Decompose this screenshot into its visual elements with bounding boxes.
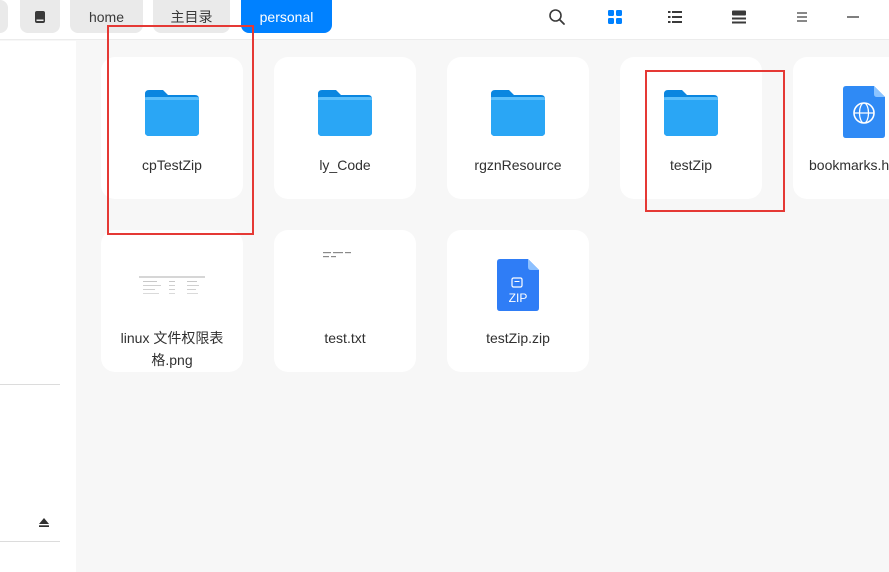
breadcrumb-personal[interactable]: personal [241, 0, 332, 33]
folder-icon [318, 90, 372, 136]
breadcrumb-label: 主目录 [170, 8, 213, 25]
sidebar [0, 41, 76, 572]
file-name: ly_Code [319, 157, 371, 173]
eject-button[interactable] [38, 517, 50, 527]
file-testzip-zip[interactable]: ZIP testZip.zip [447, 230, 589, 372]
image-thumbnail-icon [139, 275, 205, 295]
minimize-icon [847, 16, 859, 18]
text-file-icon [323, 252, 351, 258]
search-icon [549, 9, 565, 25]
menu-button[interactable] [789, 4, 815, 30]
minimize-button[interactable] [840, 4, 866, 30]
file-test-txt[interactable]: test.txt [274, 230, 416, 372]
detail-view-button[interactable] [726, 4, 752, 30]
sidebar-divider [0, 384, 60, 385]
file-bookmarks-html[interactable]: bookmarks.h [793, 57, 889, 199]
sidebar-divider [0, 541, 60, 542]
file-linux-permissions-png[interactable]: linux 文件权限表格.png [101, 230, 243, 372]
zip-file-icon: ZIP [497, 259, 539, 311]
list-view-button[interactable] [662, 4, 688, 30]
file-name: testZip.zip [486, 330, 550, 346]
breadcrumb-label: personal [259, 8, 314, 25]
breadcrumb-label: home [88, 8, 125, 25]
icon-view-icon [608, 10, 622, 24]
eject-icon [39, 517, 49, 527]
search-button[interactable] [544, 4, 570, 30]
folder-cptestzip[interactable]: cpTestZip [101, 57, 243, 199]
list-view-icon [668, 11, 682, 23]
file-name: testZip [669, 157, 712, 173]
zip-badge-text: ZIP [509, 291, 528, 305]
detail-view-icon [732, 10, 746, 24]
folder-icon [145, 90, 199, 136]
breadcrumb-home[interactable]: home [70, 0, 143, 33]
folder-icon [491, 90, 545, 136]
file-name: rgznResource [474, 157, 562, 173]
menu-icon [797, 12, 807, 22]
disk-button[interactable] [20, 0, 60, 33]
file-name: test.txt [324, 330, 366, 346]
html-file-icon [843, 86, 885, 138]
file-name: bookmarks.h [809, 157, 889, 173]
toolbar: home 主目录 personal [0, 0, 889, 40]
folder-rgznresource[interactable]: rgznResource [447, 57, 589, 199]
folder-testzip[interactable]: testZip [620, 57, 762, 199]
disk-icon [35, 10, 45, 23]
back-button[interactable] [0, 0, 8, 33]
file-name: cpTestZip [142, 157, 202, 173]
icon-view-button[interactable] [602, 4, 628, 30]
folder-ly-code[interactable]: ly_Code [274, 57, 416, 199]
breadcrumb-main-directory[interactable]: 主目录 [153, 0, 230, 33]
file-name: linux 文件权限表格.png [120, 330, 224, 368]
folder-icon [664, 90, 718, 136]
